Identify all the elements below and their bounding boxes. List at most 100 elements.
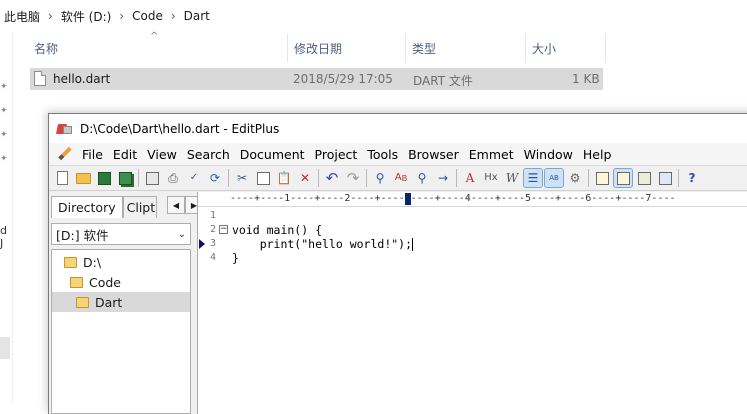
breadcrumb-dart[interactable]: Dart: [184, 9, 210, 23]
menu-project[interactable]: Project: [310, 147, 363, 162]
file-type: DART 文件: [413, 74, 473, 88]
file-icon: [34, 71, 46, 86]
delete-icon[interactable]: ✕: [296, 169, 314, 187]
menu-edit[interactable]: Edit: [108, 147, 142, 162]
line-number: 4: [209, 252, 216, 263]
menu-window[interactable]: Window: [519, 147, 578, 162]
breadcrumb-this-pc[interactable]: 此电脑: [4, 8, 40, 25]
chevron-down-icon[interactable]: ⌄: [178, 229, 186, 240]
directory-window-icon[interactable]: [593, 169, 611, 187]
navigation-pane: ✦ ✦ ✦ ✦ d J: [0, 32, 13, 403]
breadcrumb[interactable]: 此电脑 › 软件 (D:) › Code › Dart: [0, 0, 747, 32]
drive-select-value: [D:] 软件: [56, 227, 109, 243]
tree-item-label: Code: [89, 274, 122, 290]
side-panel: Directory Clipt ◀ ▶ [D:] 软件 ⌄ D:\ Code D…: [49, 192, 203, 414]
column-header-modified[interactable]: 修改日期: [288, 34, 406, 62]
tree-item-d-root[interactable]: D:\: [52, 252, 202, 272]
code-editor[interactable]: ----+----1----+----2----+----3----+----4…: [197, 192, 747, 414]
code-line[interactable]: print("hello world!");: [232, 237, 414, 251]
tree-item-label: Dart: [95, 294, 123, 310]
cliptext-window-icon[interactable]: [613, 168, 633, 188]
code-line-text: print("hello world!");: [232, 237, 413, 251]
menu-view[interactable]: View: [142, 147, 182, 162]
file-name: hello.dart: [53, 72, 111, 86]
text-caret: [412, 238, 414, 251]
toolbar-separator: [678, 169, 679, 187]
menu-document[interactable]: Document: [235, 147, 310, 162]
column-header-type[interactable]: 类型: [406, 34, 526, 62]
column-header-size[interactable]: 大小: [526, 34, 606, 62]
menu-bar: File Edit View Search Document Project T…: [49, 143, 747, 165]
ruler-toggle-icon[interactable]: ☰: [523, 168, 543, 188]
file-row-hello-dart[interactable]: hello.dart 2018/5/29 17:05 DART 文件 1 KB: [30, 68, 603, 90]
nav-item-text[interactable]: d J: [0, 224, 12, 250]
line-number-gutter: 1 2 − 3 4: [198, 207, 230, 414]
print-icon[interactable]: ⎙: [164, 169, 182, 187]
ruler-scale: ----+----1----+----2----+----3----+----4…: [230, 193, 676, 204]
redo-icon[interactable]: ↷: [344, 169, 362, 187]
font-icon[interactable]: A: [461, 169, 479, 187]
paste-icon[interactable]: 📋: [275, 169, 293, 187]
save-icon[interactable]: [95, 169, 113, 187]
toolbar-separator: [318, 169, 319, 187]
directory-tree: D:\ Code Dart: [51, 249, 191, 414]
tree-item-dart[interactable]: Dart: [52, 292, 190, 312]
menu-search[interactable]: Search: [182, 147, 235, 162]
menu-file[interactable]: File: [77, 147, 108, 162]
chevron-left-icon[interactable]: ◀: [167, 196, 185, 214]
tree-item-label: D:\: [83, 254, 102, 270]
tab-cliptext[interactable]: Clipt: [122, 196, 157, 218]
chevron-right-icon: ›: [119, 9, 125, 23]
copy-icon[interactable]: [254, 169, 272, 187]
nav-item-selected[interactable]: [0, 337, 10, 359]
open-folder-icon[interactable]: [74, 169, 92, 187]
breadcrumb-drive-d[interactable]: 软件 (D:): [61, 8, 111, 25]
chevron-right-icon: ›: [48, 9, 53, 23]
new-file-icon[interactable]: [53, 169, 71, 187]
line-number: 3: [209, 238, 216, 249]
line-number-toggle-icon[interactable]: AB: [544, 168, 564, 188]
find-in-files-icon[interactable]: ⚲: [413, 169, 431, 187]
browser-view-icon[interactable]: ⟳: [206, 169, 224, 187]
goto-line-icon[interactable]: →: [434, 169, 452, 187]
title-bar[interactable]: D:\Code\Dart\hello.dart - EditPlus: [49, 114, 747, 143]
output-window-icon[interactable]: [635, 169, 653, 187]
pin-icon[interactable]: ✦: [0, 130, 10, 140]
menu-emmet[interactable]: Emmet: [464, 147, 519, 162]
word-wrap-icon[interactable]: W: [503, 169, 521, 187]
breadcrumb-code[interactable]: Code: [132, 9, 163, 23]
toolbar-separator: [366, 169, 367, 187]
preferences-gear-icon[interactable]: ⚙: [566, 169, 584, 187]
find-icon[interactable]: ⚲: [371, 169, 389, 187]
replace-icon[interactable]: AB: [392, 169, 410, 187]
help-icon[interactable]: ?: [683, 169, 701, 187]
undo-icon[interactable]: ↶: [323, 169, 341, 187]
drive-select[interactable]: [D:] 软件 ⌄: [51, 223, 191, 245]
menu-tools[interactable]: Tools: [362, 147, 403, 162]
toolbar-separator: [588, 169, 589, 187]
column-header-name[interactable]: 名称: [28, 34, 288, 62]
tree-item-code[interactable]: Code: [52, 272, 208, 292]
tab-directory[interactable]: Directory: [51, 196, 123, 218]
pin-icon[interactable]: ✦: [0, 154, 10, 164]
toolbar-separator: [456, 169, 457, 187]
user-tool-icon[interactable]: [656, 169, 674, 187]
print-preview-icon[interactable]: [143, 169, 161, 187]
fold-collapse-icon[interactable]: −: [219, 225, 228, 234]
pin-icon[interactable]: ✦: [0, 82, 10, 92]
code-line[interactable]: void main() {: [232, 223, 322, 237]
spell-check-icon[interactable]: ✓: [185, 169, 203, 187]
file-size: 1 KB: [572, 72, 600, 86]
menu-help[interactable]: Help: [578, 147, 617, 162]
save-all-icon[interactable]: [116, 169, 134, 187]
menu-browser[interactable]: Browser: [403, 147, 464, 162]
editplus-app-icon[interactable]: [55, 123, 73, 135]
pin-icon[interactable]: ✦: [0, 106, 10, 116]
toolbar-separator: [228, 169, 229, 187]
toolbar: ⎙ ✓ ⟳ ✂ 📋 ✕ ↶ ↷ ⚲ AB ⚲ → A Hx W ☰ AB ⚙ ?: [49, 165, 747, 191]
ruler-cursor-marker: [405, 193, 411, 205]
cut-icon[interactable]: ✂: [233, 169, 251, 187]
code-line[interactable]: }: [232, 251, 239, 265]
hex-view-icon[interactable]: Hx: [482, 169, 500, 187]
folder-open-icon: [76, 296, 89, 308]
